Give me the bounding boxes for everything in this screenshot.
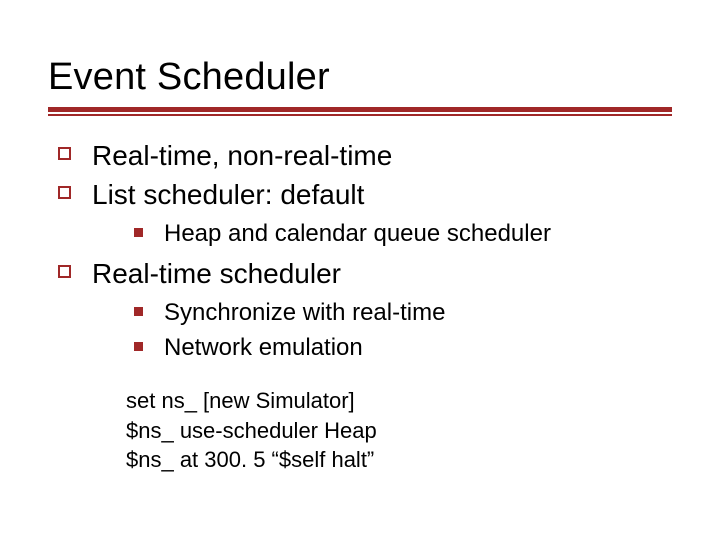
- list-item-text: Real-time scheduler: [92, 258, 341, 289]
- list-item: List scheduler: default Heap and calenda…: [58, 177, 672, 250]
- title-rule: [48, 107, 672, 116]
- list-item: Real-time scheduler Synchronize with rea…: [58, 256, 672, 364]
- title-rule-thick: [48, 107, 672, 112]
- list-item: Real-time, non-real-time: [58, 138, 672, 175]
- slide: Event Scheduler Real-time, non-real-time…: [0, 0, 720, 540]
- sub-list-item: Synchronize with real-time: [134, 297, 672, 329]
- code-line: set ns_ [new Simulator]: [126, 386, 672, 416]
- sub-list: Synchronize with real-time Network emula…: [92, 297, 672, 364]
- code-block: set ns_ [new Simulator] $ns_ use-schedul…: [126, 386, 672, 475]
- list-item-text: Real-time, non-real-time: [92, 140, 392, 171]
- sub-list-item: Network emulation: [134, 332, 672, 364]
- sub-list-item: Heap and calendar queue scheduler: [134, 218, 672, 250]
- sub-list-item-text: Network emulation: [164, 334, 363, 361]
- code-line: $ns_ use-scheduler Heap: [126, 416, 672, 446]
- bullet-list: Real-time, non-real-time List scheduler:…: [48, 138, 672, 364]
- title-rule-thin: [48, 114, 672, 116]
- code-line: $ns_ at 300. 5 “$self halt”: [126, 445, 672, 475]
- list-item-text: List scheduler: default: [92, 179, 364, 210]
- sub-list: Heap and calendar queue scheduler: [92, 218, 672, 250]
- sub-list-item-text: Heap and calendar queue scheduler: [164, 220, 551, 247]
- slide-title: Event Scheduler: [48, 56, 672, 99]
- sub-list-item-text: Synchronize with real-time: [164, 299, 445, 326]
